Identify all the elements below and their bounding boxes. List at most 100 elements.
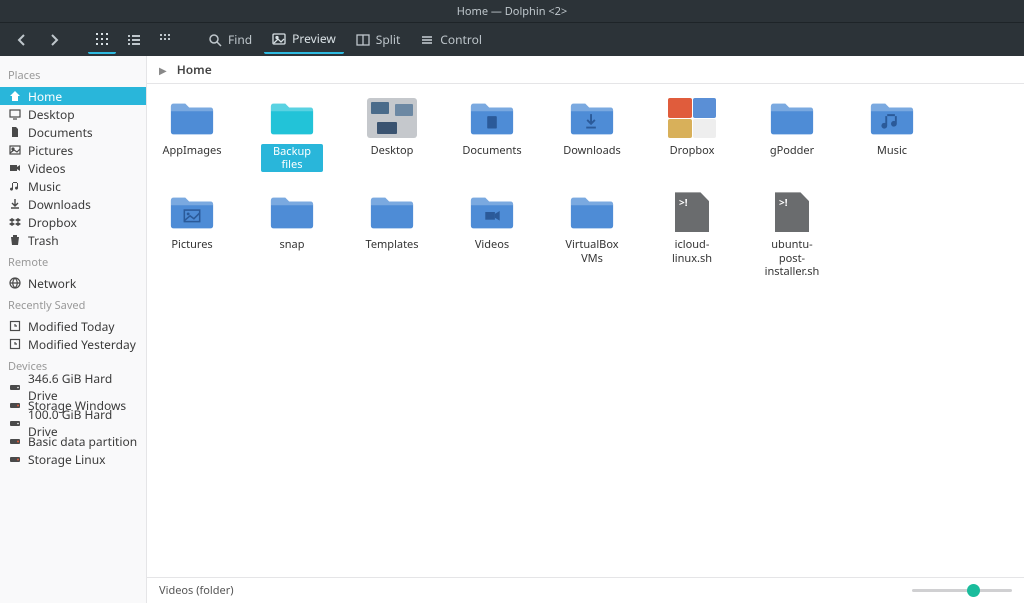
item-name: Videos	[475, 238, 509, 251]
file-item-pictures[interactable]: Pictures	[161, 190, 223, 278]
item-icon	[467, 96, 517, 140]
file-item-ubuntu-post-installer-sh[interactable]: >!ubuntu-post-installer.sh	[761, 190, 823, 278]
item-name: Dropbox	[670, 144, 715, 157]
trash-icon	[8, 233, 22, 247]
sidebar-item-label: Storage Linux	[28, 451, 105, 468]
chevron-right-icon: ▶	[159, 63, 167, 77]
sidebar-item-label: Modified Yesterday	[28, 336, 136, 353]
control-label: Control	[440, 31, 482, 48]
file-item-documents[interactable]: Documents	[461, 96, 523, 172]
view-icons-button[interactable]	[88, 26, 116, 54]
item-name: Downloads	[563, 144, 621, 157]
sidebar-item-storage-linux[interactable]: Storage Linux	[0, 450, 146, 468]
drive-icon	[8, 416, 22, 430]
document-icon	[8, 125, 22, 139]
sidebar-item-network[interactable]: Network	[0, 274, 146, 292]
item-name: Backup files	[261, 144, 323, 172]
control-button[interactable]: Control	[412, 26, 490, 54]
sidebar-item-label: Modified Today	[28, 318, 114, 335]
view-compact-button[interactable]	[120, 26, 148, 54]
file-item-downloads[interactable]: Downloads	[561, 96, 623, 172]
file-grid-area[interactable]: AppImages Backup files Desktop Documents Dow…	[147, 84, 1024, 577]
sidebar-item-label: Home	[28, 88, 62, 105]
image-icon	[272, 32, 286, 46]
status-text: Videos (folder)	[159, 583, 900, 598]
sidebar-item-modified-today[interactable]: Modified Today	[0, 317, 146, 335]
desktop-icon	[8, 107, 22, 121]
preview-button[interactable]: Preview	[264, 26, 344, 54]
forward-button[interactable]	[40, 26, 68, 54]
sidebar-item-trash[interactable]: Trash	[0, 231, 146, 249]
sidebar-item-label: Network	[28, 275, 76, 292]
menu-icon	[420, 33, 434, 47]
find-button[interactable]: Find	[200, 26, 260, 54]
sidebar-item-videos[interactable]: Videos	[0, 159, 146, 177]
breadcrumb[interactable]: ▶ Home	[147, 56, 1024, 84]
file-item-appimages[interactable]: AppImages	[161, 96, 223, 172]
drive-red-icon	[8, 398, 22, 412]
home-icon	[8, 89, 22, 103]
item-icon	[467, 190, 517, 234]
sidebar-item-music[interactable]: Music	[0, 177, 146, 195]
item-name: gPodder	[770, 144, 814, 157]
item-icon: >!	[667, 190, 717, 234]
file-item-desktop[interactable]: Desktop	[361, 96, 423, 172]
sidebar-item-dropbox[interactable]: Dropbox	[0, 213, 146, 231]
sidebar-item-label: Music	[28, 178, 61, 195]
sidebar-item-pictures[interactable]: Pictures	[0, 141, 146, 159]
item-name: icloud-linux.sh	[661, 238, 723, 264]
sidebar-item-label: Videos	[28, 160, 65, 177]
clock-icon	[8, 337, 22, 351]
item-name: Pictures	[171, 238, 212, 251]
file-item-gpodder[interactable]: gPodder	[761, 96, 823, 172]
network-icon	[8, 276, 22, 290]
item-name: VirtualBox VMs	[561, 238, 623, 264]
sidebar-item-documents[interactable]: Documents	[0, 123, 146, 141]
file-item-videos[interactable]: Videos	[461, 190, 523, 278]
sidebar-item-label: Trash	[28, 232, 59, 249]
file-item-virtualbox-vms[interactable]: VirtualBox VMs	[561, 190, 623, 278]
breadcrumb-segment[interactable]: Home	[177, 61, 212, 78]
file-item-snap[interactable]: snap	[261, 190, 323, 278]
split-label: Split	[376, 31, 401, 48]
file-item-templates[interactable]: Templates	[361, 190, 423, 278]
item-name: Documents	[462, 144, 521, 157]
sidebar-item-346-6-gib-hard-drive[interactable]: 346.6 GiB Hard Drive	[0, 378, 146, 396]
zoom-slider[interactable]	[912, 589, 1012, 592]
sidebar-item-desktop[interactable]: Desktop	[0, 105, 146, 123]
preview-label: Preview	[292, 30, 336, 47]
window-title: Home — Dolphin <2>	[457, 4, 567, 19]
view-details-button[interactable]	[152, 26, 180, 54]
zoom-handle[interactable]	[967, 584, 980, 597]
file-item-music[interactable]: Music	[861, 96, 923, 172]
image-icon	[8, 143, 22, 157]
file-item-dropbox[interactable]: Dropbox	[661, 96, 723, 172]
item-name: Music	[877, 144, 907, 157]
item-icon	[367, 190, 417, 234]
sidebar-item-label: Desktop	[28, 106, 75, 123]
sidebar-item-label: Pictures	[28, 142, 73, 159]
file-item-icloud-linux-sh[interactable]: >! icloud-linux.sh	[661, 190, 723, 278]
sidebar-item-label: Downloads	[28, 196, 91, 213]
statusbar: Videos (folder)	[147, 577, 1024, 603]
clock-icon	[8, 319, 22, 333]
item-name: snap	[279, 238, 304, 251]
sidebar-item-home[interactable]: Home	[0, 87, 146, 105]
sidebar-item-label: Basic data partition	[28, 433, 137, 450]
sidebar: PlacesHomeDesktopDocumentsPicturesVideos…	[0, 56, 147, 603]
back-button[interactable]	[8, 26, 36, 54]
item-icon	[667, 96, 717, 140]
sidebar-item-basic-data-partition[interactable]: Basic data partition	[0, 432, 146, 450]
sidebar-item-100-0-gib-hard-drive[interactable]: 100.0 GiB Hard Drive	[0, 414, 146, 432]
item-icon	[367, 96, 417, 140]
item-icon	[567, 190, 617, 234]
split-button[interactable]: Split	[348, 26, 409, 54]
titlebar: Home — Dolphin <2>	[0, 0, 1024, 22]
sidebar-item-modified-yesterday[interactable]: Modified Yesterday	[0, 335, 146, 353]
download-icon	[8, 197, 22, 211]
item-icon	[267, 96, 317, 140]
drive-icon	[8, 380, 22, 394]
item-name: Templates	[365, 238, 418, 251]
sidebar-item-downloads[interactable]: Downloads	[0, 195, 146, 213]
file-item-backup-files[interactable]: Backup files	[261, 96, 323, 172]
